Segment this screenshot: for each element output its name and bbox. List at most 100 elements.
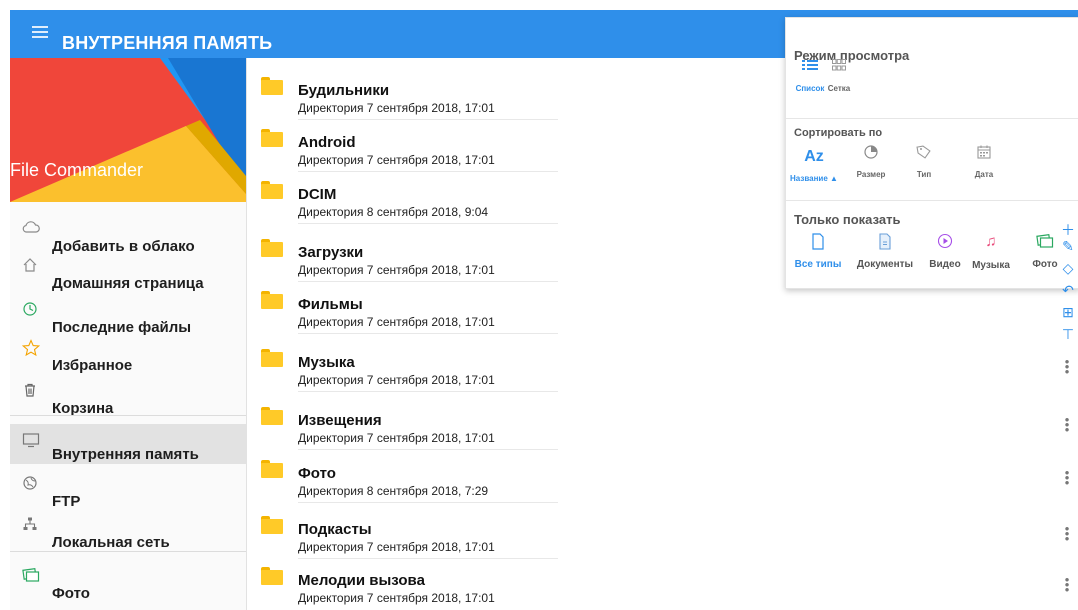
filter-title: Только показать (794, 212, 901, 227)
edit-icon[interactable]: ✎ (1060, 238, 1076, 254)
sort-by-type[interactable]: Тип (906, 144, 942, 179)
folder-icon (261, 77, 283, 95)
sidebar-item-label: Фото (52, 585, 90, 602)
sidebar-divider (10, 415, 246, 416)
view-mode-label: Сетка (827, 84, 851, 93)
file-meta: Директория 7 сентября 2018, 17:01 (298, 431, 495, 445)
file-row[interactable]: Мелодии вызова Директория 7 сентября 201… (246, 555, 1078, 610)
file-meta: Директория 7 сентября 2018, 17:01 (298, 315, 495, 329)
undo-icon[interactable]: ↶ (1060, 282, 1076, 298)
filter-documents[interactable]: Документы (854, 233, 916, 270)
file-name: Будильники (298, 82, 390, 99)
globe-icon (22, 475, 40, 493)
add-icon[interactable]: ＋ (1060, 220, 1076, 238)
sidebar-item-photo[interactable]: Фото (10, 567, 246, 607)
file-name: Извещения (298, 412, 382, 429)
folder-icon (261, 407, 283, 425)
pie-icon (850, 144, 892, 162)
grid-icon (825, 58, 853, 76)
filter-all-types[interactable]: Все типы (792, 233, 844, 270)
monitor-icon (22, 432, 40, 450)
file-icon (792, 233, 844, 251)
network-icon (22, 516, 40, 534)
more-options-icon[interactable]: • • • (1064, 355, 1070, 378)
file-meta: Директория 7 сентября 2018, 17:01 (298, 540, 495, 554)
music-icon: ♫ (985, 233, 997, 250)
view-mode-label: Список (795, 84, 825, 93)
file-row[interactable]: Извещения Директория 7 сентября 2018, 17… (246, 395, 1078, 450)
file-row[interactable]: Фото Директория 8 сентября 2018, 7:29 • •… (246, 448, 1078, 503)
file-row[interactable]: Подкасты Директория 7 сентября 2018, 17:… (246, 504, 1078, 559)
sidebar-item-recent[interactable]: Последние файлы (10, 301, 246, 341)
file-name: Загрузки (298, 244, 364, 261)
sidebar-item-label: Домашняя страница (52, 275, 204, 292)
sidebar-item-local-network[interactable]: Локальная сеть (10, 516, 246, 556)
tag-icon (906, 144, 942, 162)
sort-label: Размер (856, 170, 886, 179)
file-name: Android (298, 134, 356, 151)
filter-label: Фото (1032, 259, 1058, 270)
sidebar-item-trash[interactable]: Корзина (10, 382, 246, 422)
file-meta: Директория 8 сентября 2018, 7:29 (298, 484, 489, 498)
file-meta: Директория 7 сентября 2018, 17:01 (298, 373, 495, 387)
pin-icon[interactable]: ⊤ (1060, 326, 1076, 342)
file-meta: Директория 7 сентября 2018, 17:01 (298, 263, 495, 277)
sort-label: Тип (916, 170, 932, 179)
file-row[interactable]: Музыка Директория 7 сентября 2018, 17:01… (246, 337, 1078, 392)
filter-music[interactable]: ♫ Музыка (972, 233, 1010, 272)
grid-icon[interactable]: ⊞ (1060, 304, 1076, 320)
sidebar-item-label: Добавить в облако (52, 238, 195, 255)
view-mode-list[interactable]: Список (793, 58, 827, 93)
calendar-icon (966, 144, 1002, 162)
sort-label: Название ▲ (790, 174, 838, 183)
sort-by-date[interactable]: Дата (966, 144, 1002, 179)
folder-icon (261, 239, 283, 257)
panel-divider (786, 118, 1078, 119)
more-options-icon[interactable]: • • • (1064, 466, 1070, 489)
drawer-banner: File Commander (10, 58, 246, 202)
sort-by-name[interactable]: Az Название ▲ (790, 148, 838, 183)
filter-label: Все типы (794, 259, 842, 270)
file-name: Фильмы (298, 296, 363, 313)
folder-icon (261, 181, 283, 199)
folder-icon (261, 349, 283, 367)
filter-photo[interactable]: Фото (1026, 233, 1064, 270)
folder-icon (261, 291, 283, 309)
hamburger-icon[interactable] (32, 26, 48, 38)
sidebar-item-internal-storage[interactable]: Внутренняя память (10, 424, 246, 464)
more-options-icon[interactable]: • • • (1064, 522, 1070, 545)
home-icon (22, 257, 40, 275)
photo-icon (22, 567, 40, 585)
file-name: Фото (298, 465, 336, 482)
more-options-icon[interactable]: • • • (1064, 413, 1070, 436)
video-icon (926, 233, 964, 251)
filter-label: Видео (929, 259, 961, 270)
file-meta: Директория 7 сентября 2018, 17:01 (298, 101, 495, 115)
folder-icon (261, 567, 283, 585)
sidebar-item-home[interactable]: Домашняя страница (10, 257, 246, 297)
navigation-drawer: File Commander Добавить в облако Домашня… (10, 58, 247, 610)
more-options-icon[interactable]: • • • (1064, 573, 1070, 596)
sidebar-item-label: Внутренняя память (52, 446, 199, 463)
sort-by-size[interactable]: Размер (850, 144, 892, 179)
row-divider (298, 391, 558, 392)
view-mode-grid[interactable]: Сетка (825, 58, 853, 93)
file-name: Музыка (298, 354, 355, 371)
cloud-icon (22, 220, 40, 238)
sort-label: Дата (974, 170, 994, 179)
az-icon: Az (804, 148, 824, 165)
row-divider (298, 502, 558, 503)
sidebar-item-ftp[interactable]: FTP (10, 475, 246, 515)
page-title: ВНУТРЕННЯЯ ПАМЯТЬ (62, 33, 273, 53)
file-meta: Директория 7 сентября 2018, 17:01 (298, 591, 495, 605)
row-divider (298, 333, 558, 334)
diamond-icon[interactable]: ◇ (1060, 260, 1076, 276)
sidebar-item-favorites[interactable]: Избранное (10, 339, 246, 379)
filter-video[interactable]: Видео (926, 233, 964, 270)
document-icon (854, 233, 916, 251)
sidebar-item-add-cloud[interactable]: Добавить в облако (10, 220, 246, 260)
file-name: DCIM (298, 186, 337, 203)
row-divider (298, 223, 558, 224)
file-name: Подкасты (298, 521, 372, 538)
view-options-panel: Режим просмотра Список Сетка Сортировать… (785, 17, 1078, 289)
